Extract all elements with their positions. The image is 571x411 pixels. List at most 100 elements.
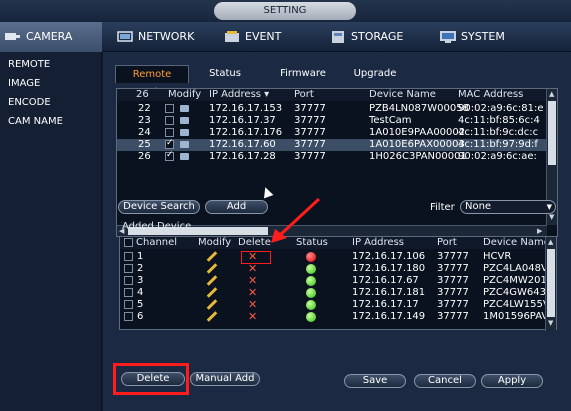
header-device-name[interactable]: Device Name [483, 237, 550, 249]
filter-label: Filter [430, 202, 455, 213]
select-all-checkbox[interactable] [124, 238, 133, 247]
nav-camera-label: CAMERA [26, 30, 73, 43]
table-row[interactable]: 3 ✕ 172.16.17.67 37777 PZC4MW201 [120, 274, 550, 287]
cell-ip: 172.16.17.60 [209, 139, 276, 150]
system-icon [440, 31, 456, 43]
main-content: Remote Device Status Firmware Upgrade 26… [103, 52, 571, 411]
cell-port: 37777 [437, 299, 469, 310]
cell-device-name: PZC4GW643 [483, 287, 546, 298]
apply-button[interactable]: Apply [481, 374, 543, 388]
header-ip[interactable]: IP Address ▾ [209, 89, 269, 101]
sidebar-item-image[interactable]: IMAGE [0, 74, 101, 93]
sidebar-item-encode[interactable]: ENCODE [0, 93, 101, 112]
table-row[interactable]: 2 ✕ 172.16.17.180 37777 PZC4LA048V [120, 262, 550, 275]
cell-ip: 172.16.17.181 [352, 287, 426, 298]
cell-port: 37777 [437, 311, 469, 322]
scroll-down-icon[interactable]: ▼ [548, 319, 553, 327]
sidebar-item-remote[interactable]: REMOTE [0, 55, 101, 74]
cell-device-name: 1A010E6PAX00003 [369, 139, 465, 150]
nav-event[interactable]: EVENT [219, 22, 281, 52]
camera-icon [180, 117, 189, 124]
row-checkbox[interactable] [124, 252, 133, 261]
added-device-table: Channel Modify Delete Status IP Address … [119, 236, 557, 331]
cell-channel: 5 [137, 299, 144, 310]
cell-mac: 90:02:a9:6c:ae: [458, 151, 537, 162]
table-row[interactable]: 22 172.16.17.153 37777 PZB4LN087W00058 9… [117, 103, 547, 115]
cell-device-name: 1M01596PAV [483, 311, 549, 322]
cell-channel: 1 [137, 251, 144, 262]
delete-icon[interactable]: ✕ [248, 310, 257, 324]
vertical-scrollbar[interactable]: ▲ ▼ [545, 237, 556, 331]
sidebar-item-cam-name[interactable]: CAM NAME [0, 112, 101, 131]
sidebar: REMOTE IMAGE ENCODE CAM NAME [0, 52, 102, 411]
add-button[interactable]: Add [205, 200, 268, 214]
nav-system[interactable]: SYSTEM [435, 22, 505, 52]
header-port[interactable]: Port [294, 89, 314, 101]
row-checkbox[interactable] [165, 104, 174, 113]
cell-ip: 172.16.17.176 [209, 127, 283, 138]
scroll-up-icon[interactable]: ▲ [549, 90, 554, 98]
table-row[interactable]: 1 ✕ 172.16.17.106 37777 HCVR [120, 250, 550, 263]
cell-mac: 4c:11:bf:85:6c:4 [458, 115, 540, 126]
cell-port: 37777 [294, 139, 326, 150]
row-checkbox[interactable] [124, 288, 133, 297]
edit-icon[interactable] [206, 287, 218, 298]
manual-add-button[interactable]: Manual Add [190, 372, 260, 386]
cell-channel: 2 [137, 263, 144, 274]
row-checkbox[interactable] [165, 138, 174, 149]
edit-icon[interactable] [206, 263, 218, 274]
scroll-thumb[interactable] [548, 101, 556, 165]
cell-ip: 172.16.17.37 [209, 115, 276, 126]
table-row[interactable]: 5 ✕ 172.16.17.17 37777 PZC4LW155V [120, 298, 550, 311]
header-mac[interactable]: MAC Address [458, 89, 523, 101]
cancel-button[interactable]: Cancel [414, 374, 476, 388]
row-checkbox[interactable] [165, 116, 174, 125]
table-row[interactable]: 6 ✕ 172.16.17.149 37777 1M01596PAV [120, 310, 550, 324]
tab-status[interactable]: Status [200, 65, 250, 83]
cell-port: 37777 [294, 127, 326, 138]
row-checkbox[interactable] [124, 300, 133, 309]
table-row[interactable]: 4 ✕ 172.16.17.181 37777 PZC4GW643 [120, 286, 550, 299]
edit-icon[interactable] [206, 299, 218, 310]
header-port[interactable]: Port [437, 237, 457, 249]
row-checkbox[interactable] [124, 312, 133, 321]
nav-camera[interactable]: CAMERA [0, 22, 102, 52]
tab-firmware[interactable]: Firmware [275, 65, 331, 83]
scroll-thumb[interactable] [547, 249, 555, 317]
table-row[interactable]: 26 172.16.17.28 37777 1H026C3PAN00001 90… [117, 150, 547, 163]
device-search-button[interactable]: Device Search [118, 200, 200, 214]
cell-no: 23 [138, 115, 151, 126]
nav-storage[interactable]: STORAGE [325, 22, 403, 52]
edit-icon[interactable] [206, 311, 218, 322]
row-checkbox[interactable] [165, 150, 174, 161]
status-online-icon [306, 264, 316, 274]
scroll-down-icon[interactable]: ▼ [549, 213, 554, 221]
row-checkbox[interactable] [124, 264, 133, 273]
storage-icon [332, 31, 344, 43]
cell-mac: 4c:11:bf:97:9d:f [458, 139, 538, 150]
save-button[interactable]: Save [344, 374, 406, 388]
window-title: SETTING [214, 2, 356, 20]
cell-device-name: PZB4LN087W00058 [369, 103, 469, 114]
cell-device-name: HCVR [483, 251, 512, 262]
row-checkbox[interactable] [124, 276, 133, 285]
edit-icon[interactable] [206, 275, 218, 286]
cell-device-name: 1H026C3PAN00001 [369, 151, 467, 162]
header-ip[interactable]: IP Address [352, 237, 404, 249]
scroll-right-icon[interactable]: ▶ [537, 227, 542, 235]
table-row[interactable]: 24 172.16.17.176 37777 1A010E9PAA00002 4… [117, 127, 547, 139]
cell-no: 24 [138, 127, 151, 138]
tab-remote-device[interactable]: Remote Device [115, 65, 189, 98]
edit-icon[interactable] [206, 251, 218, 262]
scroll-up-icon[interactable]: ▲ [548, 238, 553, 246]
cell-device-name: PZC4LW155V [483, 299, 550, 310]
table-row[interactable]: 23 172.16.17.37 37777 TestCam 4c:11:bf:8… [117, 115, 547, 127]
table-row[interactable]: 25 172.16.17.60 37777 1A010E6PAX00003 4c… [117, 138, 547, 151]
nav-network[interactable]: NETWORK [112, 22, 194, 52]
row-checkbox[interactable] [165, 128, 174, 137]
filter-select[interactable]: None ▼ [460, 200, 556, 214]
tab-upgrade[interactable]: Upgrade [347, 65, 403, 83]
cell-device-name: TestCam [369, 115, 412, 126]
header-device-name[interactable]: Device Name [369, 89, 436, 101]
status-online-icon [306, 276, 316, 286]
